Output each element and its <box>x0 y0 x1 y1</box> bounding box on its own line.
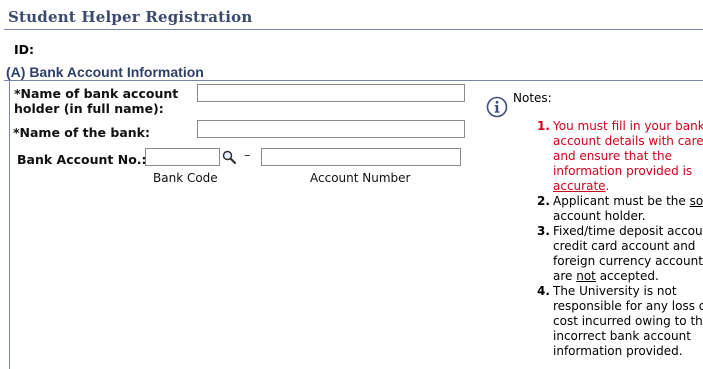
info-icon <box>486 96 508 118</box>
id-label: ID: <box>14 42 35 57</box>
note-tail: . <box>605 179 610 193</box>
note-line: Applicant must be the sole <box>553 194 703 209</box>
note-number: 3. <box>537 224 550 238</box>
note-text: Applicant must be the <box>553 194 690 208</box>
bank-name-input[interactable] <box>197 120 465 138</box>
section-divider <box>4 80 703 81</box>
search-icon[interactable] <box>222 150 236 164</box>
note-line: foreign currency account <box>553 254 703 268</box>
account-number-caption: Account Number <box>310 171 411 185</box>
note-number: 4. <box>537 284 550 298</box>
account-dash: – <box>244 148 251 163</box>
note-line: The University is not <box>553 284 677 298</box>
bank-code-caption: Bank Code <box>153 171 218 185</box>
note-line: are not accepted. <box>553 269 703 284</box>
note-text: are <box>553 269 577 283</box>
note-number: 1. <box>537 119 550 133</box>
title-divider <box>4 29 703 30</box>
note-item: 3. Fixed/time deposit account, credit ca… <box>533 224 703 284</box>
page-title: Student Helper Registration <box>8 8 253 26</box>
holder-name-label-line1: *Name of bank account <box>14 86 179 101</box>
note-item: 4. The University is not responsible for… <box>533 284 703 359</box>
note-item: 1. You must fill in your bank account de… <box>533 119 703 194</box>
holder-name-label-line2: holder (in full name): <box>14 101 164 116</box>
note-line: responsible for any loss or <box>553 299 703 313</box>
note-line: credit card account and <box>553 239 696 253</box>
section-title: (A) Bank Account Information <box>6 64 204 80</box>
notes-list: 1. You must fill in your bank account de… <box>533 119 703 359</box>
note-underlined: sole <box>689 194 703 208</box>
note-number: 2. <box>537 194 550 208</box>
note-line: and ensure that the <box>553 149 672 163</box>
bank-name-label: *Name of the bank: <box>13 125 150 140</box>
note-line: account holder. <box>553 209 646 223</box>
note-underlined: accurate <box>553 179 606 193</box>
holder-name-input[interactable] <box>197 84 465 102</box>
note-line: accurate. <box>553 179 703 194</box>
note-item: 2. Applicant must be the sole account ho… <box>533 194 703 224</box>
note-line: account details with care <box>553 134 703 148</box>
note-underlined: not <box>576 269 596 283</box>
holder-name-label: *Name of bank account holder (in full na… <box>14 86 178 116</box>
note-line: information provided is <box>553 164 693 178</box>
notes-heading: Notes: <box>513 91 552 105</box>
note-line: information provided. <box>553 344 683 358</box>
note-line: You must fill in your bank <box>553 119 703 133</box>
note-line: Fixed/time deposit account, <box>553 224 703 238</box>
account-number-input[interactable] <box>261 148 461 166</box>
bank-code-input[interactable] <box>145 148 220 166</box>
note-line: incorrect bank account <box>553 329 691 343</box>
note-tail: accepted. <box>595 269 659 283</box>
bank-account-no-label: Bank Account No.: <box>17 152 147 167</box>
note-line: cost incurred owing to the <box>553 314 703 328</box>
section-left-border <box>9 81 10 369</box>
